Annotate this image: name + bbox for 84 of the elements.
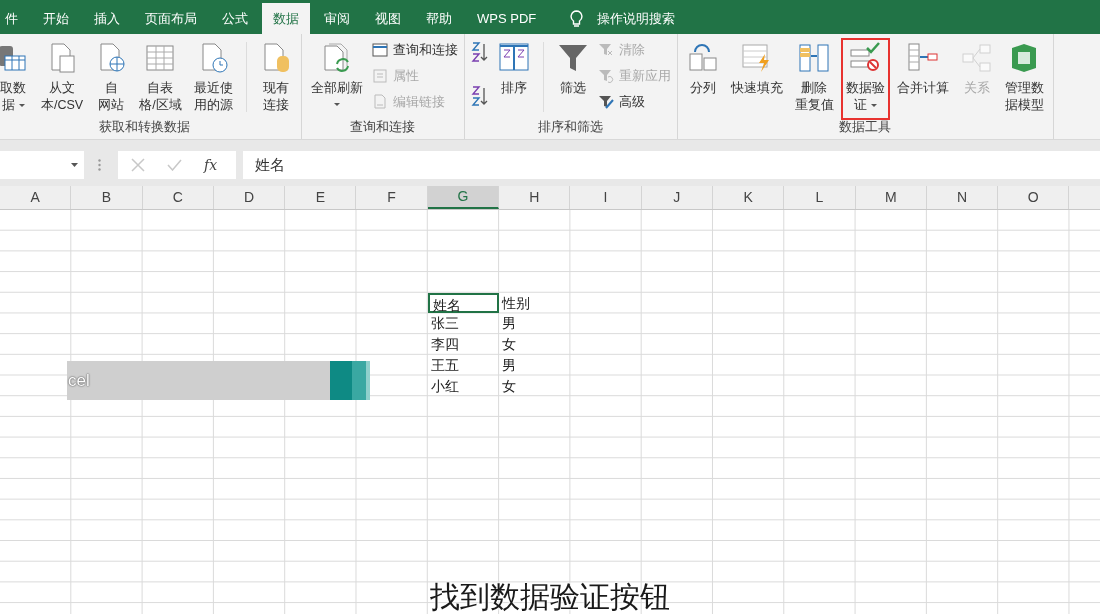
ribbon-button[interactable]: 取数 据 (0, 40, 32, 118)
ribbon-button[interactable]: 删除 重复值 (791, 40, 837, 118)
ribbon-tab[interactable]: 数据 (262, 3, 310, 34)
relationships-icon (960, 42, 993, 74)
ribbon-button[interactable]: 查询和连接 (371, 40, 458, 60)
ribbon-button[interactable]: 合并计算 (893, 40, 952, 118)
ribbon-button[interactable]: 全部刷新 (307, 40, 366, 118)
data-validation-icon (849, 42, 882, 74)
group-label: 数据工具 (838, 119, 893, 136)
subtitle-caption: 找到数据验证按钮 (429, 579, 671, 614)
ribbon-tab[interactable]: 帮助 (415, 3, 463, 34)
remove-duplicates-icon (798, 42, 831, 74)
filter-icon (556, 42, 589, 74)
sort-icon (497, 42, 530, 74)
ribbon-button[interactable]: 自表 格/区域 (136, 40, 185, 118)
clear-filter-icon (597, 42, 614, 58)
table-cell[interactable]: 男 (499, 354, 571, 376)
ribbon-button[interactable]: 自 网站 (92, 40, 131, 118)
caret-icon (71, 163, 78, 167)
column-header[interactable]: J (641, 186, 713, 209)
table-icon (144, 42, 177, 74)
table-cell[interactable]: 王五 (427, 354, 500, 376)
ribbon-button[interactable]: 高级 (597, 92, 671, 112)
column-header[interactable]: F (356, 186, 428, 209)
table-cell[interactable]: 李四 (427, 334, 500, 355)
column-header[interactable]: O (998, 186, 1070, 209)
cancel-icon[interactable] (131, 158, 145, 172)
table-cell[interactable]: 姓名 (427, 292, 500, 314)
grip-icon (98, 159, 101, 171)
insert-function-button[interactable]: fx (204, 154, 218, 176)
lightbulb-icon (570, 9, 584, 28)
column-header[interactable]: A (0, 186, 72, 209)
column-header[interactable]: I (570, 186, 642, 209)
query-pane-icon (371, 42, 388, 58)
ribbon-tab[interactable]: 公式 (211, 3, 259, 34)
group-label: 排序和筛选 (537, 119, 605, 136)
sort-ascending-icon[interactable] (470, 40, 489, 64)
column-header[interactable]: N (926, 186, 999, 209)
ribbon-tab[interactable]: 插入 (83, 3, 131, 34)
ribbon-button[interactable]: 筛选 (553, 40, 592, 118)
advanced-filter-icon (597, 94, 614, 110)
reapply-filter-icon (597, 68, 614, 84)
banner-accent-stripe (330, 361, 370, 400)
group-label: 查询和连接 (349, 119, 417, 136)
properties-icon (371, 68, 388, 84)
column-header[interactable]: E (285, 186, 357, 209)
ribbon-button[interactable]: 管理数 据模型 (1001, 40, 1047, 118)
edit-link-icon (371, 94, 388, 110)
sort-descending-icon[interactable] (470, 84, 489, 108)
ribbon-tab[interactable]: WPS PDF (466, 3, 548, 34)
group-label: 获取和转换数据 (97, 119, 191, 136)
table-cell[interactable]: 女 (499, 375, 571, 397)
table-cell[interactable]: 女 (499, 334, 571, 355)
table-cell[interactable]: 男 (499, 313, 571, 335)
check-icon[interactable] (167, 159, 182, 171)
column-header[interactable]: B (71, 186, 143, 209)
column-header[interactable]: G (427, 186, 500, 209)
column-header[interactable]: K (712, 186, 785, 209)
text-to-columns-icon (686, 42, 719, 74)
formula-input[interactable]: 姓名 (243, 151, 1100, 179)
table-cell[interactable]: 性别 (499, 292, 571, 314)
ribbon-button[interactable]: 最近使 用的源 (190, 40, 236, 118)
column-header[interactable]: D (213, 186, 286, 209)
ribbon-button[interactable]: 数据验 证 (842, 40, 888, 118)
ribbon-tab[interactable]: 开始 (32, 3, 80, 34)
tell-me-search[interactable]: 操作说明搜索 (597, 8, 676, 29)
ribbon-tab[interactable]: 页面布局 (134, 3, 208, 34)
ribbon-tab[interactable]: 审阅 (313, 3, 361, 34)
column-header[interactable]: H (499, 186, 571, 209)
ribbon-button[interactable]: 排序 (494, 40, 533, 118)
ribbon-tab[interactable]: 件 (0, 3, 29, 34)
column-header[interactable]: M (855, 186, 927, 209)
ribbon-button[interactable]: 现有 连接 (256, 40, 295, 118)
ribbon-button[interactable]: 从文 本/CSV (38, 40, 87, 118)
column-header[interactable]: L (784, 186, 856, 209)
name-box[interactable] (0, 151, 84, 179)
table-cell[interactable]: 小红 (427, 375, 500, 397)
banner-text: cel (67, 369, 90, 392)
ribbon-button[interactable]: 快速填充 (727, 40, 786, 118)
consolidate-icon (906, 42, 939, 74)
ribbon-tab[interactable]: 视图 (364, 3, 412, 34)
ribbon-button[interactable]: 分列 (683, 40, 722, 118)
column-header[interactable]: C (142, 186, 214, 209)
table-cell[interactable]: 张三 (427, 313, 500, 335)
